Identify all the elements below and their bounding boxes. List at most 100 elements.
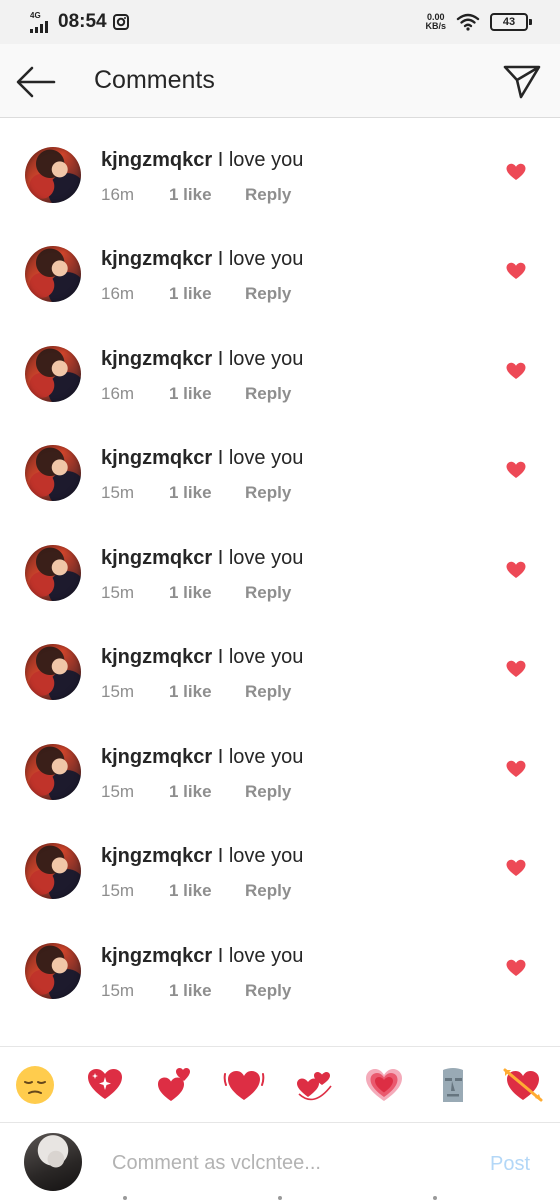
comment-body: I love you	[217, 347, 304, 370]
bottom-dots-decoration	[123, 1196, 437, 1200]
commenter-avatar[interactable]	[25, 445, 81, 501]
reply-button[interactable]: Reply	[245, 284, 291, 304]
reply-button[interactable]: Reply	[245, 881, 291, 901]
heart-exclamation-icon[interactable]	[153, 1064, 195, 1106]
liked-heart-icon[interactable]	[506, 262, 526, 280]
instagram-notification-icon	[112, 14, 129, 30]
moai-icon[interactable]	[432, 1064, 474, 1106]
comment-username[interactable]: kjngzmqkcr	[101, 248, 212, 270]
commenter-avatar[interactable]	[25, 843, 81, 899]
comment-time: 15m	[101, 682, 135, 701]
reply-button[interactable]: Reply	[245, 981, 291, 1001]
emoji-bar	[0, 1046, 560, 1122]
comment-time: 16m	[101, 184, 135, 204]
comment-row[interactable]: kjngzmqkcr I love you 15m 1 like Reply	[0, 608, 560, 708]
back-button[interactable]	[14, 62, 58, 102]
battery-level: 43	[490, 13, 528, 31]
comment-likes[interactable]: 1 like	[169, 682, 245, 702]
comment-row[interactable]: kjngzmqkcr I love you 15m 1 like Reply	[0, 509, 560, 609]
liked-heart-icon[interactable]	[506, 660, 526, 678]
network-speed: 0.00 KB/s	[425, 13, 446, 31]
comment-likes[interactable]: 1 like	[169, 583, 245, 603]
commenter-avatar[interactable]	[25, 544, 81, 601]
comment-body: I love you	[217, 745, 304, 768]
comment-username[interactable]: kjngzmqkcr	[101, 945, 212, 967]
send-icon	[503, 65, 541, 99]
reply-button[interactable]: Reply	[245, 782, 291, 802]
comment-username[interactable]: kjngzmqkcr	[101, 447, 212, 469]
comment-likes[interactable]: 1 like	[169, 483, 245, 503]
comment-row[interactable]: kjngzmqkcr I love you 15m 1 like Reply	[0, 907, 560, 1007]
reply-button[interactable]: Reply	[245, 185, 291, 205]
sparkling-heart-icon[interactable]	[84, 1064, 126, 1106]
reply-button[interactable]: Reply	[245, 384, 291, 404]
comment-meta: 15m 1 like Reply	[101, 881, 291, 901]
share-button[interactable]	[500, 61, 544, 101]
revolving-hearts-icon[interactable]	[293, 1064, 335, 1106]
network-indicator: 4G	[30, 11, 52, 33]
growing-heart-icon[interactable]	[363, 1064, 405, 1106]
comment-meta: 15m 1 like Reply	[101, 981, 291, 1001]
comment-text: kjngzmqkcr I love you	[101, 845, 303, 868]
comment-username[interactable]: kjngzmqkcr	[101, 348, 212, 370]
comment-meta: 16m 1 like Reply	[101, 185, 291, 205]
speed-unit: KB/s	[425, 21, 446, 31]
comment-time: 15m	[101, 483, 135, 502]
comment-row[interactable]: kjngzmqkcr I love you 16m 1 like Reply	[0, 310, 560, 410]
comment-body: I love you	[217, 944, 304, 967]
heart-with-arrow-icon[interactable]	[502, 1064, 544, 1106]
liked-heart-icon[interactable]	[506, 561, 526, 579]
liked-heart-icon[interactable]	[506, 760, 526, 778]
comment-text: kjngzmqkcr I love you	[101, 945, 303, 968]
comment-meta: 16m 1 like Reply	[101, 284, 291, 304]
comment-text: kjngzmqkcr I love you	[101, 149, 303, 172]
comment-time: 16m	[101, 284, 135, 303]
liked-heart-icon[interactable]	[506, 959, 526, 977]
liked-heart-icon[interactable]	[506, 362, 526, 380]
comment-likes[interactable]: 1 like	[169, 185, 245, 205]
liked-heart-icon[interactable]	[506, 859, 526, 877]
commenter-avatar[interactable]	[25, 644, 81, 700]
reply-button[interactable]: Reply	[245, 682, 291, 702]
comment-body: I love you	[217, 148, 304, 171]
comment-likes[interactable]: 1 like	[169, 881, 245, 901]
comment-list-inner: kjngzmqkcr I love you 16m 1 like Reply kjngz…	[0, 118, 560, 1006]
comment-row[interactable]: kjngzmqkcr I love you 15m 1 like Reply	[0, 708, 560, 808]
comment-username[interactable]: kjngzmqkcr	[101, 646, 212, 668]
comment-row[interactable]: kjngzmqkcr I love you 15m 1 like Reply	[0, 409, 560, 509]
commenter-avatar[interactable]	[25, 146, 81, 203]
comment-row[interactable]: kjngzmqkcr I love you 16m 1 like Reply	[0, 118, 560, 210]
comment-username[interactable]: kjngzmqkcr	[101, 149, 212, 171]
battery-icon: 43	[490, 13, 532, 31]
reply-button[interactable]: Reply	[245, 583, 291, 603]
commenter-avatar[interactable]	[25, 246, 81, 302]
comment-username[interactable]: kjngzmqkcr	[101, 746, 212, 768]
comment-username[interactable]: kjngzmqkcr	[101, 547, 212, 569]
comment-likes[interactable]: 1 like	[169, 981, 245, 1001]
commenter-avatar[interactable]	[25, 942, 81, 999]
comment-text: kjngzmqkcr I love you	[101, 746, 303, 769]
liked-heart-icon[interactable]	[506, 163, 526, 181]
commenter-avatar[interactable]	[25, 345, 81, 402]
comment-text: kjngzmqkcr I love you	[101, 447, 303, 470]
back-arrow-icon	[16, 66, 56, 98]
comment-meta: 15m 1 like Reply	[101, 483, 291, 503]
comment-time: 15m	[101, 582, 135, 602]
beating-heart-icon[interactable]	[223, 1064, 265, 1106]
comment-username[interactable]: kjngzmqkcr	[101, 845, 212, 867]
pensive-face-icon[interactable]	[14, 1064, 56, 1106]
comment-row[interactable]: kjngzmqkcr I love you 15m 1 like Reply	[0, 807, 560, 907]
commenter-avatar[interactable]	[25, 743, 81, 800]
comment-likes[interactable]: 1 like	[169, 284, 245, 304]
comment-row[interactable]: kjngzmqkcr I love you 16m 1 like Reply	[0, 210, 560, 310]
comment-likes[interactable]: 1 like	[169, 384, 245, 404]
reply-button[interactable]: Reply	[245, 483, 291, 503]
comment-likes[interactable]: 1 like	[169, 782, 245, 802]
comment-list[interactable]: kjngzmqkcr I love you 16m 1 like Reply kjngz…	[0, 118, 560, 1046]
comment-meta: 15m 1 like Reply	[101, 782, 291, 802]
post-button[interactable]: Post	[490, 1153, 530, 1176]
comment-input[interactable]	[112, 1147, 472, 1179]
liked-heart-icon[interactable]	[506, 461, 526, 479]
page-title: Comments	[94, 66, 215, 94]
comment-time: 15m	[101, 881, 135, 900]
